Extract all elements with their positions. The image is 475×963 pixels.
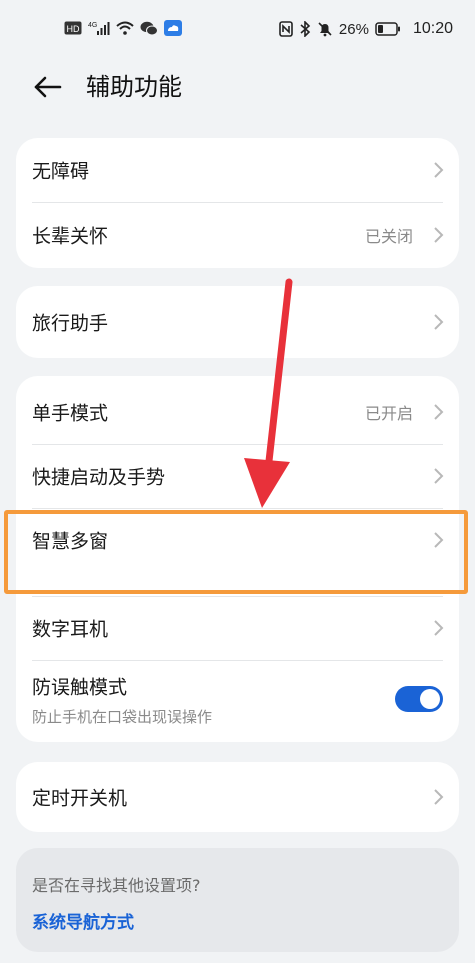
annotation-arrow bbox=[244, 278, 293, 508]
